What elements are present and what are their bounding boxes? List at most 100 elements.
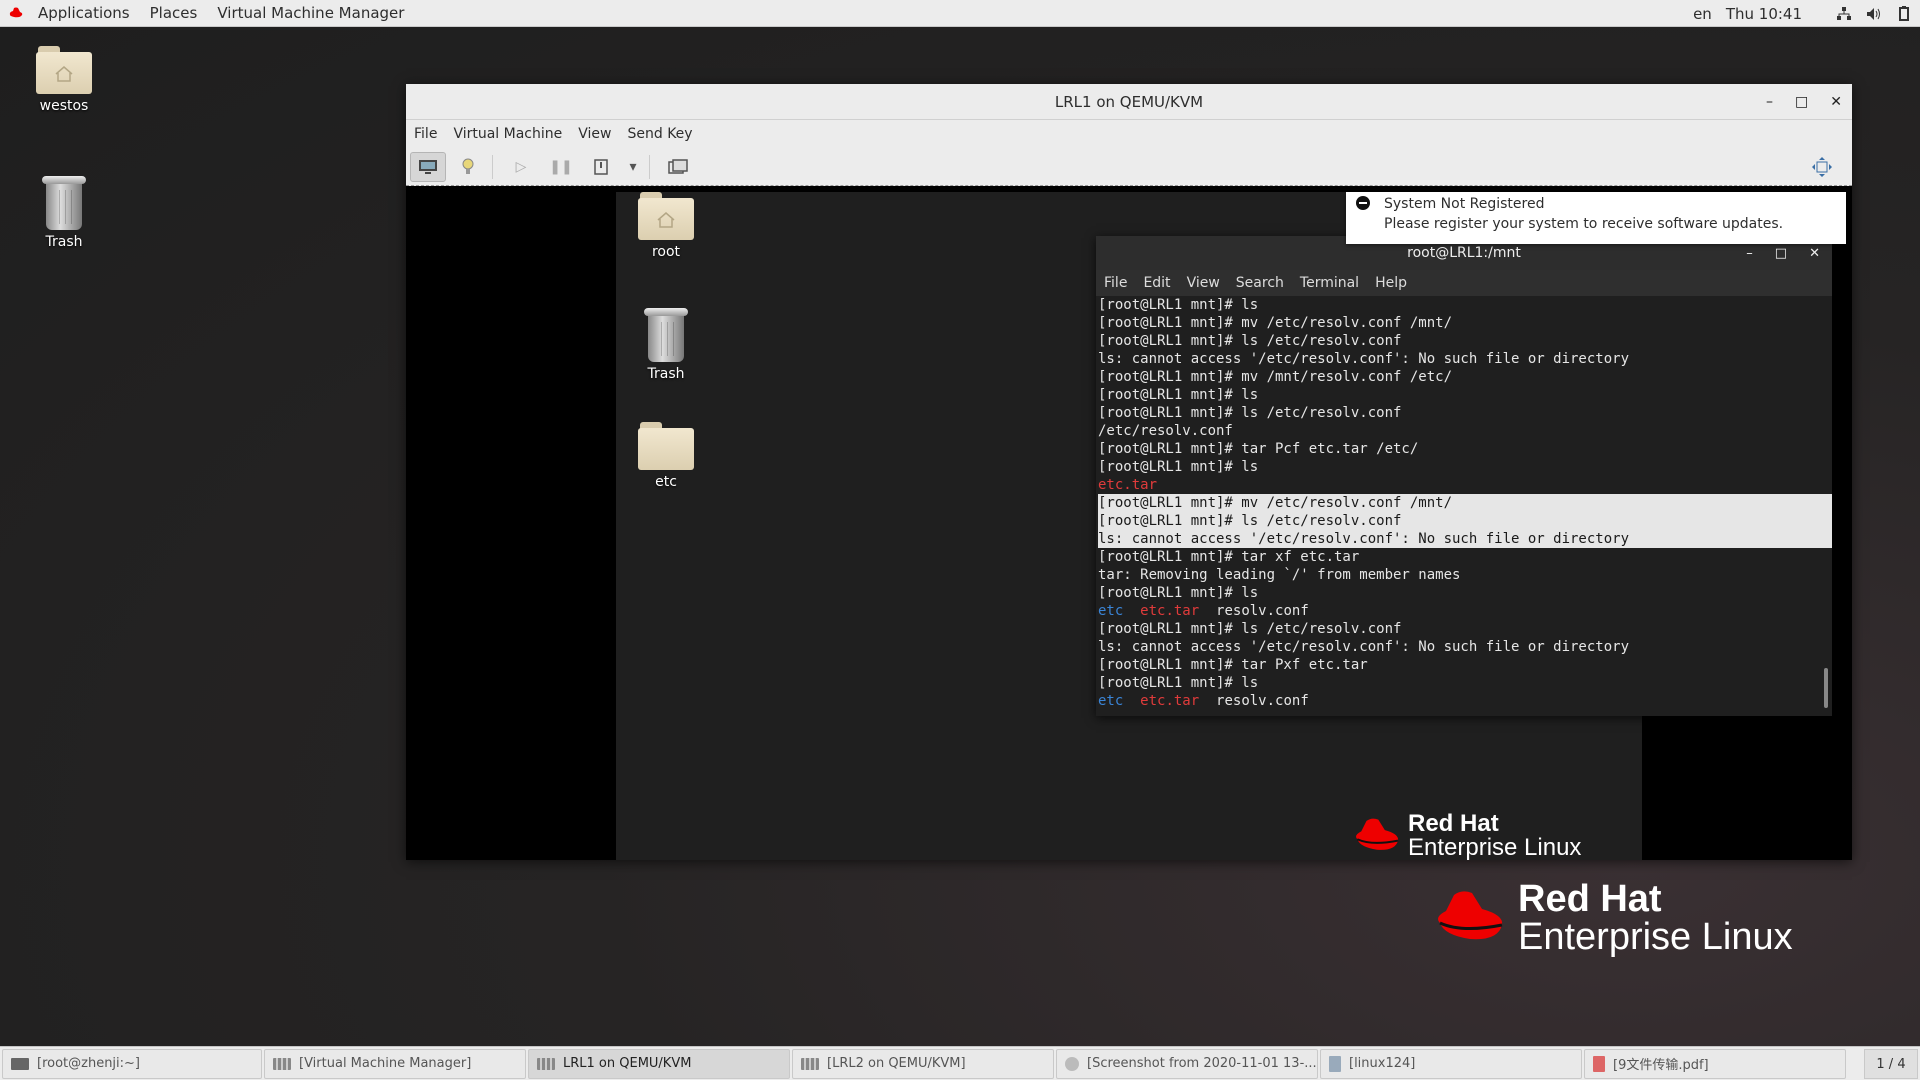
notification-banner[interactable]: System Not Registered Please register yo… xyxy=(1346,192,1846,244)
vm-window: LRL1 on QEMU/KVM – □ ✕ File Virtual Mach… xyxy=(406,84,1852,860)
lightbulb-icon xyxy=(462,158,474,174)
console-view-button[interactable] xyxy=(410,151,446,182)
trash-icon xyxy=(41,176,87,230)
logo-line2: Enterprise Linux xyxy=(1408,834,1582,860)
desktop-icon-westos[interactable]: westos xyxy=(14,46,114,114)
terminal-line: [root@LRL1 mnt]# tar Pxf etc.tar xyxy=(1098,657,1368,673)
terminal-line: etc.tar xyxy=(1098,477,1158,493)
terminal-menu-file[interactable]: File xyxy=(1096,275,1135,291)
maximize-icon[interactable]: □ xyxy=(1775,246,1787,261)
ls-entry-dir: etc xyxy=(1098,603,1124,619)
terminal-output[interactable]: [root@LRL1 mnt]# ls [root@LRL1 mnt]# mv … xyxy=(1096,296,1832,716)
play-icon: ▷ xyxy=(515,158,527,175)
terminal-window[interactable]: root@LRL1:/mnt – □ ✕ File Edit View Sear… xyxy=(1096,236,1832,716)
terminal-menu-search[interactable]: Search xyxy=(1228,275,1292,291)
terminal-line-ls: etc etc.tar resolv.conf xyxy=(1098,692,1832,710)
fullscreen-button[interactable] xyxy=(1804,152,1840,182)
terminal-menu-terminal[interactable]: Terminal xyxy=(1292,275,1367,291)
guest-icon-trash[interactable]: Trash xyxy=(616,308,716,382)
minimize-icon[interactable]: – xyxy=(1746,246,1753,261)
desktop-icon-label: westos xyxy=(39,98,89,114)
guest-redhat-logo: Red Hat Enterprise Linux xyxy=(1352,812,1581,860)
pause-button[interactable]: ❚❚ xyxy=(543,152,579,182)
ls-entry-archive: etc.tar xyxy=(1140,603,1200,619)
terminal-line: [root@LRL1 mnt]# ls xyxy=(1098,675,1259,691)
desktop-icon-trash[interactable]: Trash xyxy=(14,176,114,250)
shutdown-button[interactable] xyxy=(583,152,619,182)
terminal-icon xyxy=(11,1057,29,1070)
terminal-menu-help[interactable]: Help xyxy=(1367,275,1415,291)
places-menu[interactable]: Places xyxy=(140,4,208,22)
menu-send-key[interactable]: Send Key xyxy=(619,126,700,142)
chevron-down-icon: ▾ xyxy=(629,158,637,175)
task-pdf[interactable]: [9文件传输.pdf] xyxy=(1584,1048,1846,1079)
task-virt-manager[interactable]: [Virtual Machine Manager] xyxy=(264,1048,526,1079)
terminal-line: tar: Removing leading `/' from member na… xyxy=(1098,567,1461,583)
terminal-line: [root@LRL1 mnt]# ls /etc/resolv.conf xyxy=(1098,333,1402,349)
task-lrl2[interactable]: [LRL2 on QEMU/KVM] xyxy=(792,1048,1054,1079)
task-label: [Virtual Machine Manager] xyxy=(299,1056,472,1071)
task-label: [LRL2 on QEMU/KVM] xyxy=(827,1056,966,1071)
warning-icon xyxy=(1356,196,1370,210)
shutdown-menu-button[interactable]: ▾ xyxy=(623,152,643,182)
pdf-icon xyxy=(1593,1055,1605,1072)
vm-window-titlebar[interactable]: LRL1 on QEMU/KVM – □ ✕ xyxy=(406,84,1852,120)
terminal-menubar: File Edit View Search Terminal Help xyxy=(1096,270,1832,296)
guest-desktop[interactable]: root Trash etc root@LRL1:/mnt – □ ✕ File… xyxy=(616,192,1846,860)
terminal-menu-edit[interactable]: Edit xyxy=(1135,275,1178,291)
task-label: [root@zhenji:~] xyxy=(37,1056,141,1071)
applications-menu[interactable]: Applications xyxy=(28,4,140,22)
volume-icon[interactable] xyxy=(1866,6,1882,22)
terminal-line: [root@LRL1 mnt]# tar xf etc.tar xyxy=(1098,549,1360,565)
power-icon[interactable] xyxy=(1896,5,1912,22)
guest-icon-etc[interactable]: etc xyxy=(616,422,716,490)
task-terminal[interactable]: [root@zhenji:~] xyxy=(2,1048,262,1079)
terminal-line: [root@LRL1 mnt]# ls /etc/resolv.conf xyxy=(1098,405,1402,421)
workspace-pager[interactable]: 1 / 4 xyxy=(1864,1049,1918,1079)
network-icon[interactable] xyxy=(1836,6,1852,22)
maximize-icon[interactable]: □ xyxy=(1795,94,1808,110)
task-linux124[interactable]: [linux124] xyxy=(1320,1048,1582,1079)
ls-entry-dir: etc xyxy=(1098,693,1124,709)
details-view-button[interactable] xyxy=(450,152,486,182)
trash-icon xyxy=(643,308,689,362)
app-name-menu[interactable]: Virtual Machine Manager xyxy=(207,4,414,22)
run-button[interactable]: ▷ xyxy=(503,152,539,182)
snapshots-button[interactable] xyxy=(660,152,696,182)
logo-line2: Enterprise Linux xyxy=(1518,916,1793,958)
home-folder-icon xyxy=(638,192,694,240)
terminal-line: ls: cannot access '/etc/resolv.conf': No… xyxy=(1098,639,1630,655)
terminal-line-selected: ls: cannot access '/etc/resolv.conf': No… xyxy=(1098,530,1832,548)
minimize-icon[interactable]: – xyxy=(1766,94,1773,110)
guest-icon-root[interactable]: root xyxy=(616,192,716,260)
terminal-line-selected: [root@LRL1 mnt]# ls /etc/resolv.conf xyxy=(1098,512,1832,530)
close-icon[interactable]: ✕ xyxy=(1830,94,1842,110)
snapshot-icon xyxy=(668,158,688,174)
terminal-scrollbar[interactable] xyxy=(1824,668,1828,708)
task-label: LRL1 on QEMU/KVM xyxy=(563,1056,692,1071)
notification-title: System Not Registered xyxy=(1384,196,1545,212)
ls-entry-file: resolv.conf xyxy=(1216,693,1309,709)
host-redhat-logo: Red Hat Enterprise Linux xyxy=(1432,880,1793,956)
clock[interactable]: Thu 10:41 xyxy=(1726,5,1802,23)
terminal-line: [root@LRL1 mnt]# ls /etc/resolv.conf xyxy=(1098,621,1402,637)
pause-icon: ❚❚ xyxy=(549,158,573,175)
language-indicator[interactable]: en xyxy=(1693,5,1712,23)
vm-icon xyxy=(273,1057,291,1070)
close-icon[interactable]: ✕ xyxy=(1809,246,1820,261)
notification-body: Please register your system to receive s… xyxy=(1384,216,1784,232)
fullscreen-icon xyxy=(1812,157,1832,177)
vm-icon xyxy=(801,1057,819,1070)
terminal-line: /etc/resolv.conf xyxy=(1098,423,1233,439)
terminal-line: [root@LRL1 mnt]# tar Pcf etc.tar /etc/ xyxy=(1098,441,1419,457)
guest-display[interactable]: root Trash etc root@LRL1:/mnt – □ ✕ File… xyxy=(406,192,1852,860)
terminal-line: [root@LRL1 mnt]# mv /etc/resolv.conf /mn… xyxy=(1098,315,1453,331)
task-lrl1[interactable]: LRL1 on QEMU/KVM xyxy=(528,1048,790,1079)
task-screenshot[interactable]: [Screenshot from 2020-11-01 13-... xyxy=(1056,1048,1318,1079)
guest-icon-label: Trash xyxy=(647,366,685,382)
logo-line1: Red Hat xyxy=(1408,810,1499,837)
terminal-menu-view[interactable]: View xyxy=(1179,275,1228,291)
menu-file[interactable]: File xyxy=(406,126,445,142)
menu-virtual-machine[interactable]: Virtual Machine xyxy=(445,126,570,142)
menu-view[interactable]: View xyxy=(570,126,619,142)
